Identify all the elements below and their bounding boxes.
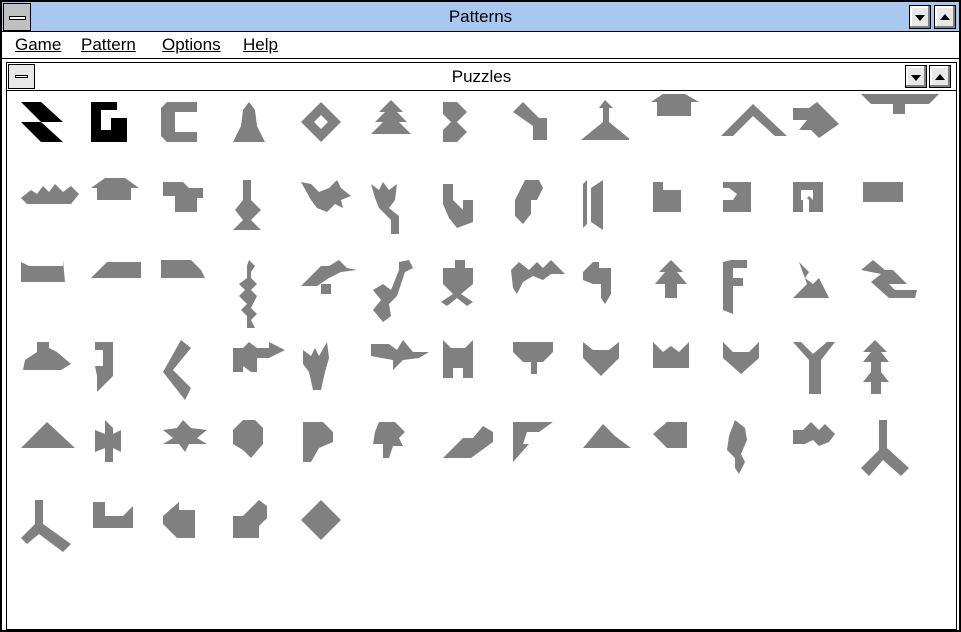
puzzle-grid [7,92,956,629]
menu-bar: Game Pattern Options Help [2,32,959,59]
puzzle-tile[interactable] [299,100,349,150]
puzzle-tile[interactable] [439,258,479,308]
puzzle-tile[interactable] [579,338,629,382]
puzzle-tile[interactable] [89,100,139,150]
puzzle-tile[interactable] [439,338,479,382]
puzzle-tile[interactable] [859,418,915,482]
puzzle-tile[interactable] [369,178,409,238]
puzzle-tile[interactable] [859,258,919,308]
puzzles-title-bar[interactable]: Puzzles [7,63,956,91]
puzzle-tile[interactable] [789,258,839,308]
puzzle-tile[interactable] [89,418,129,468]
puzzle-tile[interactable] [159,258,209,288]
menu-game[interactable]: Game [15,35,61,55]
window-title: Patterns [448,7,513,26]
puzzle-tile[interactable] [229,338,287,378]
puzzle-tile[interactable] [89,176,143,206]
puzzle-tile[interactable] [719,338,769,382]
puzzle-tile[interactable] [89,498,139,538]
puzzle-tile[interactable] [19,418,79,452]
puzzle-tile[interactable] [369,338,433,382]
puzzle-tile[interactable] [299,498,343,542]
puzzle-tile[interactable] [719,258,759,318]
puzzle-tile[interactable] [579,258,629,314]
puzzle-tile[interactable] [859,338,895,398]
puzzle-tile[interactable] [229,418,269,468]
minimize-button[interactable] [909,5,931,29]
puzzle-tile[interactable] [859,92,941,122]
puzzle-tile[interactable] [579,418,639,458]
puzzle-tile[interactable] [649,178,689,218]
puzzle-tile[interactable] [159,338,203,404]
puzzle-tile[interactable] [229,498,273,542]
puzzle-tile[interactable] [369,418,409,468]
puzzle-tile[interactable] [719,418,759,482]
puzzle-tile[interactable] [439,178,479,234]
puzzle-tile[interactable] [649,92,703,122]
puzzle-tile[interactable] [299,258,361,298]
puzzle-tile[interactable] [299,338,339,394]
puzzle-tile[interactable] [19,498,75,558]
puzzle-tile[interactable] [89,258,145,288]
puzzle-tile[interactable] [369,258,419,328]
puzzle-tile[interactable] [19,178,81,212]
puzzle-tile[interactable] [649,338,699,378]
puzzle-tile[interactable] [579,100,629,150]
title-bar[interactable]: Patterns [2,2,959,32]
child-maximize-button[interactable] [929,65,951,88]
puzzle-tile[interactable] [509,418,559,468]
puzzle-tile[interactable] [649,258,699,308]
puzzle-tile[interactable] [509,100,559,150]
puzzle-tile[interactable] [19,338,73,374]
puzzle-tile[interactable] [159,418,213,458]
puzzle-tile[interactable] [159,100,209,150]
puzzles-title: Puzzles [451,67,512,86]
puzzle-tile[interactable] [439,418,499,462]
main-window: Patterns Game Pattern Options Help Puzzl… [0,0,961,632]
puzzle-tile[interactable] [159,178,209,228]
minimize-arrow-icon [915,15,925,21]
puzzle-tile[interactable] [439,100,489,150]
puzzle-tile[interactable] [649,418,699,458]
puzzle-tile[interactable] [299,418,339,468]
child-minimize-arrow-icon [911,75,921,81]
menu-options[interactable]: Options [162,35,221,55]
puzzle-tile[interactable] [369,100,419,150]
puzzles-window: Puzzles [6,62,957,630]
child-maximize-arrow-icon [935,74,945,80]
puzzle-tile[interactable] [159,498,203,542]
puzzle-tile[interactable] [579,178,619,234]
puzzle-tile[interactable] [509,178,549,234]
puzzle-tile[interactable] [789,100,845,140]
puzzle-tile[interactable] [299,178,355,218]
child-minimize-button[interactable] [905,65,927,88]
menu-help[interactable]: Help [243,35,278,55]
puzzle-tile[interactable] [89,338,119,394]
puzzle-tile[interactable] [229,100,279,150]
puzzle-tile[interactable] [789,178,829,218]
puzzle-tile[interactable] [229,178,269,238]
puzzle-tile[interactable] [19,100,69,150]
puzzle-tile[interactable] [719,178,759,218]
puzzle-tile[interactable] [789,338,843,398]
puzzle-tile[interactable] [859,178,909,208]
puzzle-tile[interactable] [509,338,559,382]
puzzle-tile[interactable] [719,98,791,138]
menu-pattern[interactable]: Pattern [81,35,136,55]
maximize-button[interactable] [934,5,956,29]
puzzle-tile[interactable] [19,258,69,288]
maximize-arrow-icon [940,14,950,20]
puzzle-tile[interactable] [789,418,843,458]
puzzle-tile[interactable] [229,258,269,332]
puzzle-tile[interactable] [509,258,569,302]
